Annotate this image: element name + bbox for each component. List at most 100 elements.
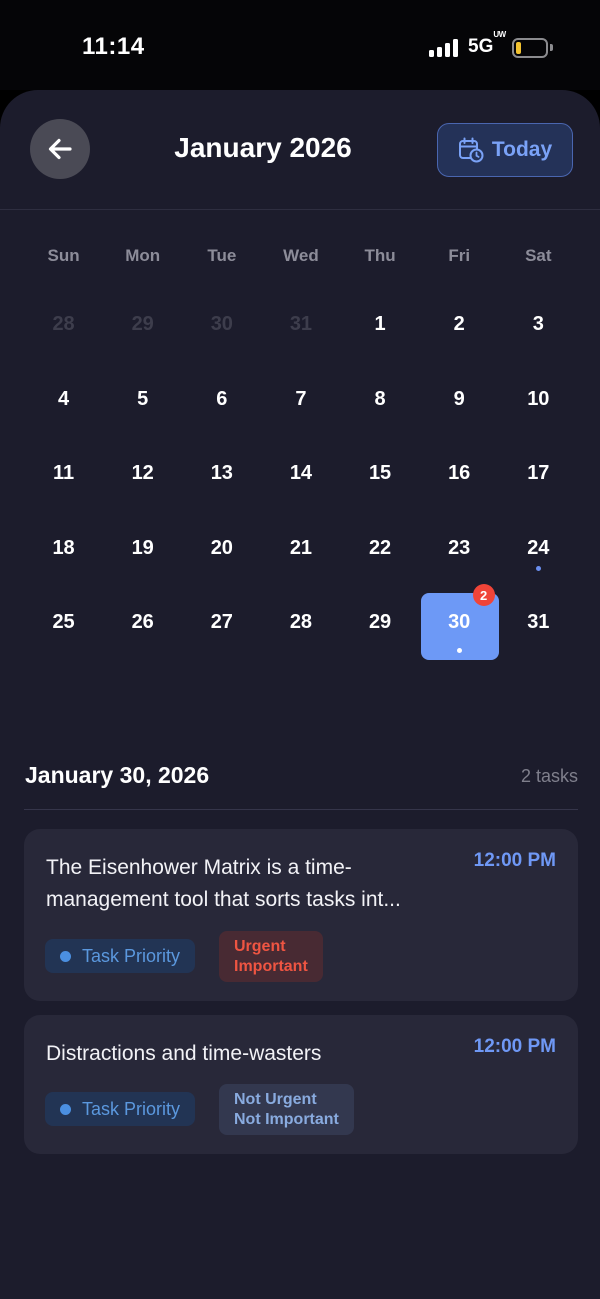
day-number: 28	[289, 611, 313, 634]
day-number: 23	[448, 536, 471, 559]
day-number: 13	[210, 462, 233, 485]
calendar-day[interactable]: 9	[420, 369, 499, 444]
day-number: 7	[295, 387, 307, 410]
cellular-signal-icon	[429, 39, 459, 57]
calendar-day[interactable]: 19	[103, 518, 182, 593]
category-dot-icon	[60, 950, 71, 962]
battery-icon	[512, 38, 548, 58]
day-number: 27	[210, 611, 233, 634]
calendar-day[interactable]: 14	[261, 443, 340, 518]
category-tag: Task Priority	[45, 939, 196, 973]
day-number: 14	[289, 462, 313, 485]
task-card[interactable]: Distractions and time-wasters 12:00 PM T…	[24, 1015, 578, 1154]
calendar-day[interactable]: 4	[24, 369, 103, 444]
day-number: 30	[448, 611, 471, 634]
day-number: 12	[131, 462, 154, 485]
day-number: 1	[374, 313, 386, 335]
day-number: 2	[453, 313, 465, 335]
calendar-header: January 2026 Today	[0, 90, 600, 210]
calendar-day[interactable]: 5	[103, 369, 182, 444]
calendar-day[interactable]: 22	[341, 518, 420, 593]
calendar-day[interactable]: 11	[24, 443, 103, 518]
calendar-day[interactable]: 3	[499, 294, 578, 369]
calendar-clock-icon	[458, 137, 484, 163]
task-time: 12:00 PM	[473, 1036, 556, 1057]
day-number: 30	[210, 313, 233, 335]
day-number: 17	[527, 462, 550, 485]
calendar-day[interactable]: 20	[182, 518, 261, 593]
task-text: Distractions and time-wasters	[46, 1042, 322, 1065]
day-number: 22	[368, 536, 392, 559]
calendar-day[interactable]: 25	[24, 592, 103, 667]
quadrant-tag: Urgent Important	[219, 931, 323, 982]
calendar-day[interactable]: 8	[341, 369, 420, 444]
calendar-sheet: January 2026 Today Sun Mon Tue Wed Thu F…	[0, 90, 600, 1299]
day-number: 28	[52, 313, 75, 335]
weekday-label: Mon	[125, 246, 161, 265]
calendar-day[interactable]: 28	[24, 294, 103, 369]
day-number: 26	[131, 611, 154, 634]
task-text: The Eisenhower Matrix is a time- managem…	[46, 856, 401, 911]
day-number: 15	[368, 462, 392, 485]
calendar-day[interactable]: 21	[261, 518, 340, 593]
day-number: 6	[216, 387, 228, 410]
day-number: 9	[453, 387, 465, 410]
day-number: 19	[131, 536, 154, 559]
battery-nub	[550, 44, 553, 51]
calendar-day[interactable]: 16	[420, 443, 499, 518]
calendar-day-selected[interactable]: 30 2	[420, 584, 499, 667]
calendar-day[interactable]: 23	[420, 518, 499, 593]
day-number: 11	[52, 462, 75, 485]
status-bar: 11:14 5GUW	[0, 0, 600, 90]
task-count: 2 tasks	[520, 766, 578, 786]
day-number: 29	[368, 611, 392, 634]
day-number: 25	[52, 611, 75, 634]
selected-date: January 30, 2026	[25, 762, 210, 788]
category-dot-icon	[60, 1103, 71, 1115]
calendar-day[interactable]: 18	[24, 518, 103, 593]
calendar-day[interactable]: 29	[103, 294, 182, 369]
day-number: 3	[532, 313, 544, 335]
calendar-day[interactable]: 1	[341, 294, 420, 369]
day-number: 18	[52, 536, 75, 559]
calendar-day[interactable]: 7	[261, 369, 340, 444]
calendar-day[interactable]: 30	[182, 294, 261, 369]
day-number: 10	[527, 387, 550, 410]
calendar-day[interactable]: 28	[261, 592, 340, 667]
weekday-label: Sun	[47, 246, 80, 265]
selected-day-header: January 30, 2026 2 tasks	[24, 762, 578, 810]
calendar-grid: 28 29 30 31 1 2 3 4 5 6 7 8 9 10 11 12 13 14 15 16 17 18 19 20 2…	[24, 294, 578, 667]
calendar-day[interactable]: 15	[341, 443, 420, 518]
quadrant-tag: Not Urgent Not Important	[219, 1084, 354, 1135]
calendar-day[interactable]: 31	[261, 294, 340, 369]
calendar-day[interactable]: 2	[420, 294, 499, 369]
day-number: 16	[448, 462, 471, 485]
weekday-label: Wed	[283, 246, 319, 265]
calendar-day[interactable]: 6	[182, 369, 261, 444]
calendar-day[interactable]: 29	[341, 592, 420, 667]
calendar-day[interactable]: 31	[499, 592, 578, 667]
day-number: 31	[289, 313, 313, 335]
weekday-label: Thu	[364, 246, 396, 265]
calendar-day[interactable]: 12	[103, 443, 182, 518]
weekday-label: Fri	[448, 246, 471, 265]
calendar-day[interactable]: 13	[182, 443, 261, 518]
task-time: 12:00 PM	[473, 850, 556, 871]
calendar-day[interactable]: 26	[103, 592, 182, 667]
day-number: 31	[527, 611, 550, 634]
network-type: 5GUW	[468, 29, 506, 57]
calendar-day[interactable]: 10	[499, 369, 578, 444]
calendar-day[interactable]: 27	[182, 592, 261, 667]
status-time: 11:14	[82, 33, 145, 60]
task-card[interactable]: The Eisenhower Matrix is a time- managem…	[24, 829, 578, 1001]
today-button[interactable]: Today	[437, 123, 573, 177]
day-number: 24	[527, 536, 550, 559]
category-tag: Task Priority	[45, 1092, 196, 1126]
day-number: 29	[131, 313, 154, 335]
calendar-day[interactable]: 24	[499, 518, 578, 593]
day-number: 8	[374, 387, 386, 410]
calendar-day[interactable]: 17	[499, 443, 578, 518]
task-count-badge: 2	[472, 584, 495, 607]
day-number: 20	[210, 536, 233, 559]
weekday-label: Tue	[207, 246, 237, 265]
